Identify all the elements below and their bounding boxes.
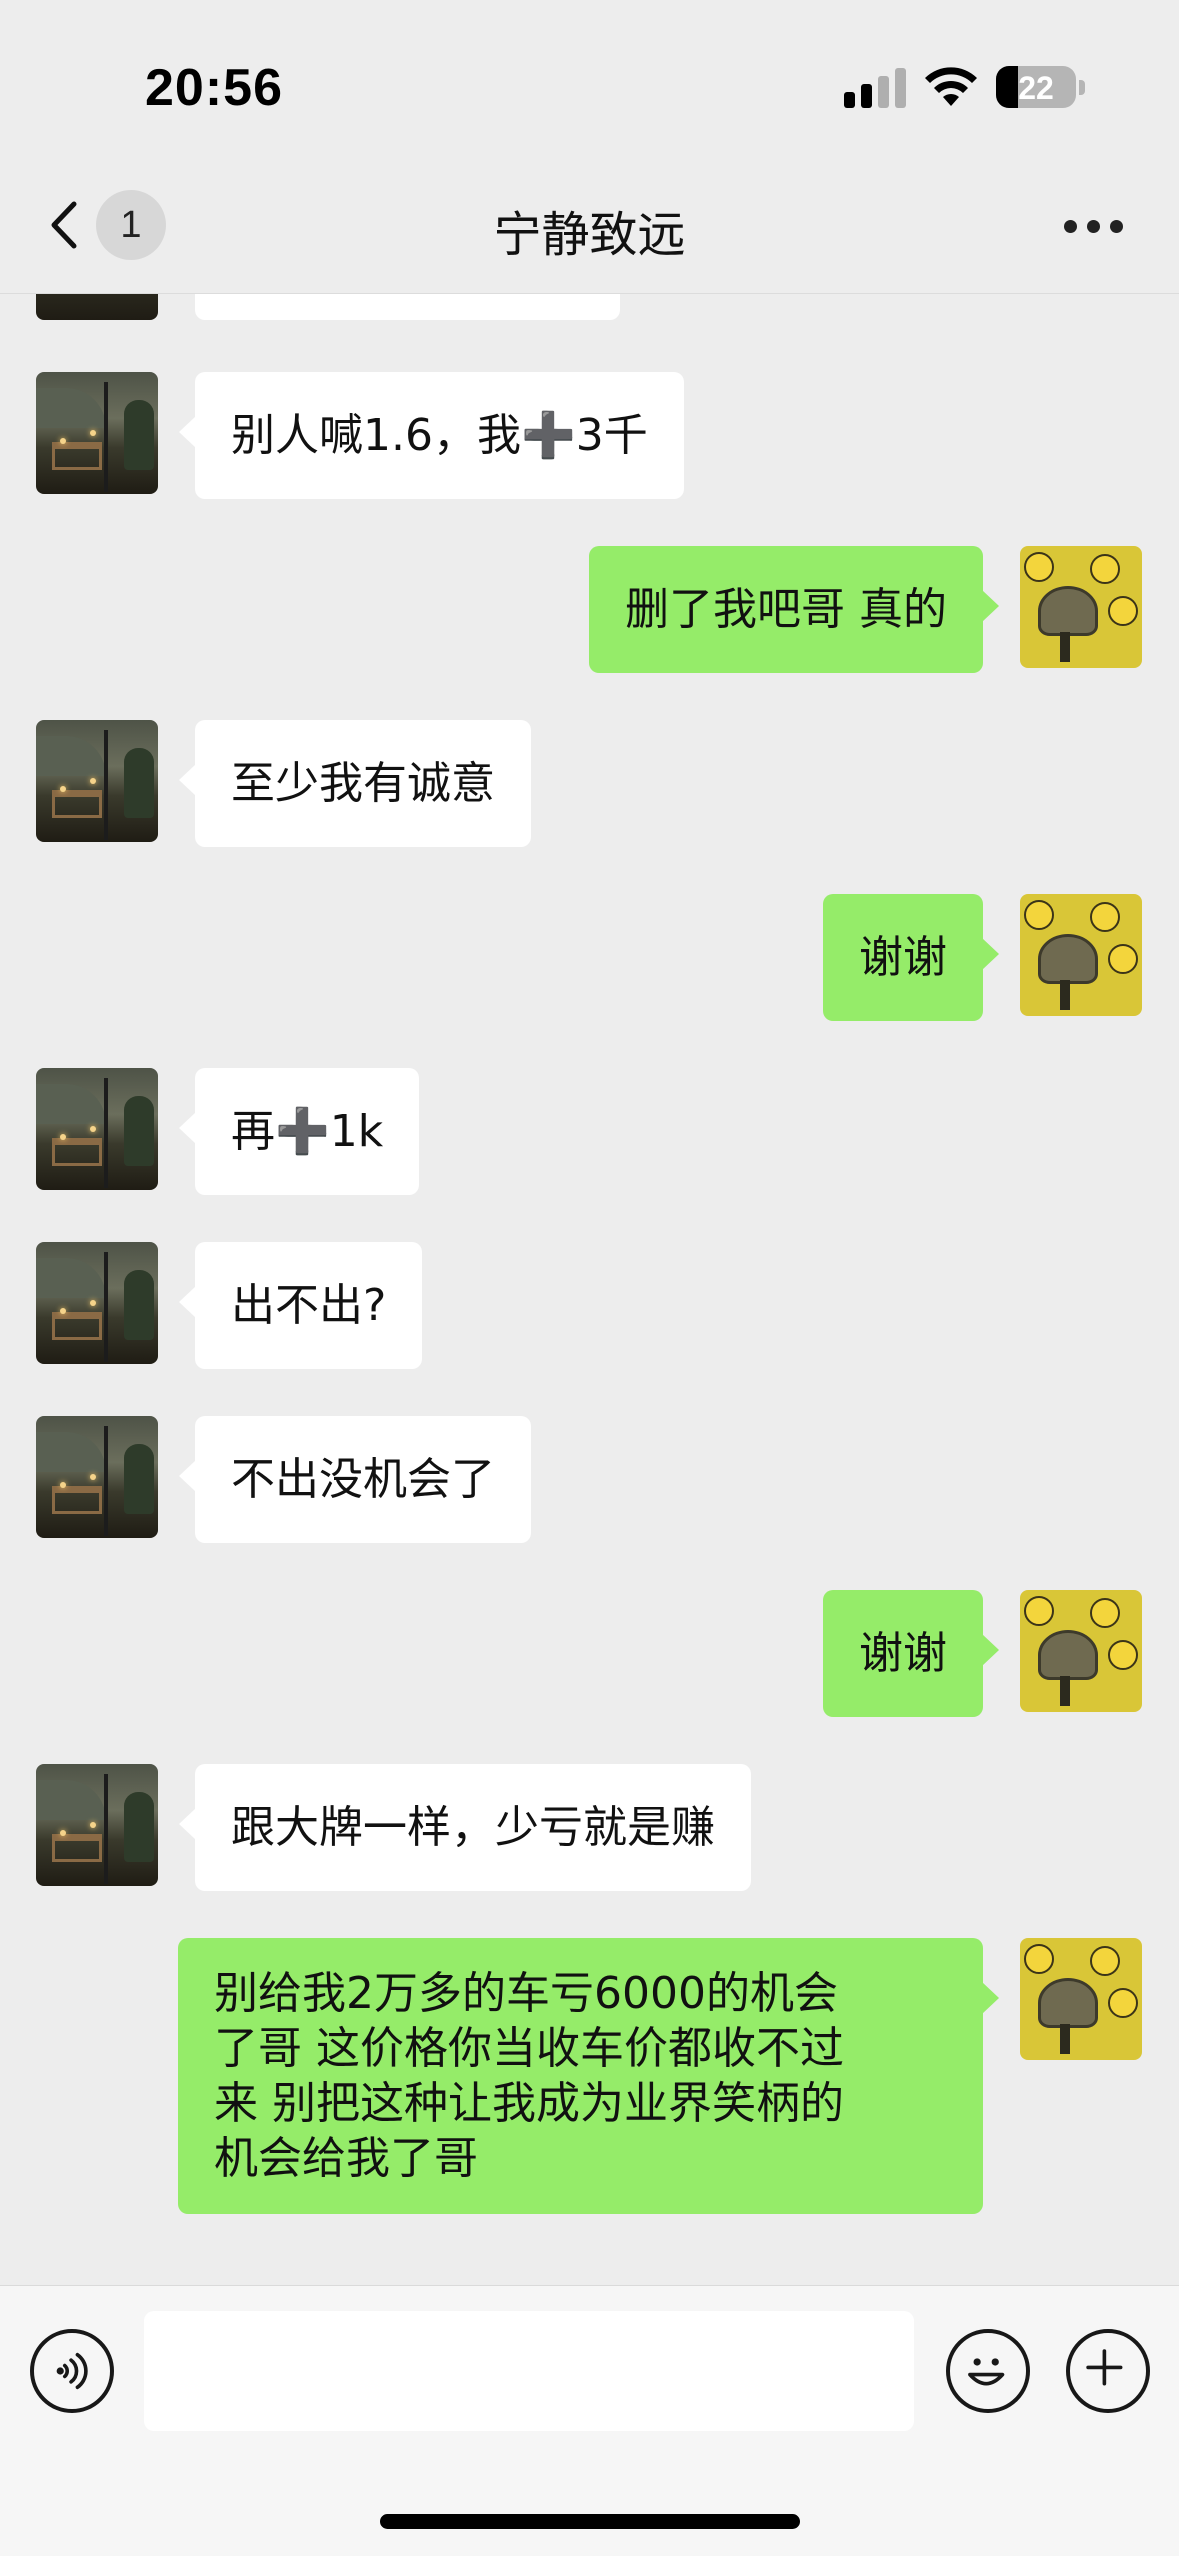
cellular-signal-icon xyxy=(844,68,908,108)
avatar-other[interactable] xyxy=(36,720,158,842)
voice-icon[interactable] xyxy=(30,2329,114,2413)
chat-area[interactable]: 别人喊1.6，我➕3千 删了我吧哥 真的 至少我有诚意 谢谢 再➕1k 出不出?… xyxy=(0,0,1179,2285)
battery-cap xyxy=(1079,80,1085,95)
message-bubble-me[interactable]: 谢谢 xyxy=(823,894,999,1021)
top-bar: 20:56 22 1 宁静致远 xyxy=(0,0,1179,294)
message-bubble-me[interactable]: 删了我吧哥 真的 xyxy=(589,546,999,673)
avatar-me[interactable] xyxy=(1020,1590,1142,1712)
page-title: 宁静致远 xyxy=(493,207,686,263)
avatar-other[interactable] xyxy=(36,1068,158,1190)
home-indicator xyxy=(380,2514,800,2529)
avatar-other[interactable] xyxy=(36,1242,158,1364)
input-bar xyxy=(0,2285,1179,2556)
battery-icon: 22 xyxy=(996,66,1076,108)
avatar-me[interactable] xyxy=(1020,1938,1142,2060)
avatar-me[interactable] xyxy=(1020,546,1142,668)
plus-icon[interactable] xyxy=(1066,2329,1150,2413)
message-bubble-other[interactable]: 出不出? xyxy=(178,1242,423,1369)
more-dots-icon[interactable] xyxy=(1064,220,1124,234)
message-bubble-other[interactable]: 不出没机会了 xyxy=(179,1416,531,1543)
avatar-me[interactable] xyxy=(1020,894,1142,1016)
emoji-icon[interactable] xyxy=(946,2329,1030,2413)
wifi-icon xyxy=(925,67,977,106)
avatar-other[interactable] xyxy=(36,372,158,494)
status-time: 20:56 xyxy=(145,59,283,117)
message-input[interactable] xyxy=(144,2311,914,2431)
message-bubble-me[interactable]: 别给我2万多的车亏6000的机会 了哥 这价格你当收车价都收不过 来 别把这种让… xyxy=(178,1938,999,2214)
avatar-other[interactable] xyxy=(36,1416,158,1538)
message-bubble-other[interactable]: 至少我有诚意 xyxy=(179,720,531,847)
message-bubble-other[interactable]: 再➕1k xyxy=(178,1068,420,1195)
message-bubble-me[interactable]: 谢谢 xyxy=(823,1590,999,1717)
battery-level: 22 xyxy=(1018,70,1054,106)
message-bubble-other[interactable]: 跟大牌一样，少亏就是赚 xyxy=(179,1764,751,1891)
avatar-other[interactable] xyxy=(36,1764,158,1886)
message-bubble-other[interactable]: 别人喊1.6，我➕3千 xyxy=(179,372,684,499)
